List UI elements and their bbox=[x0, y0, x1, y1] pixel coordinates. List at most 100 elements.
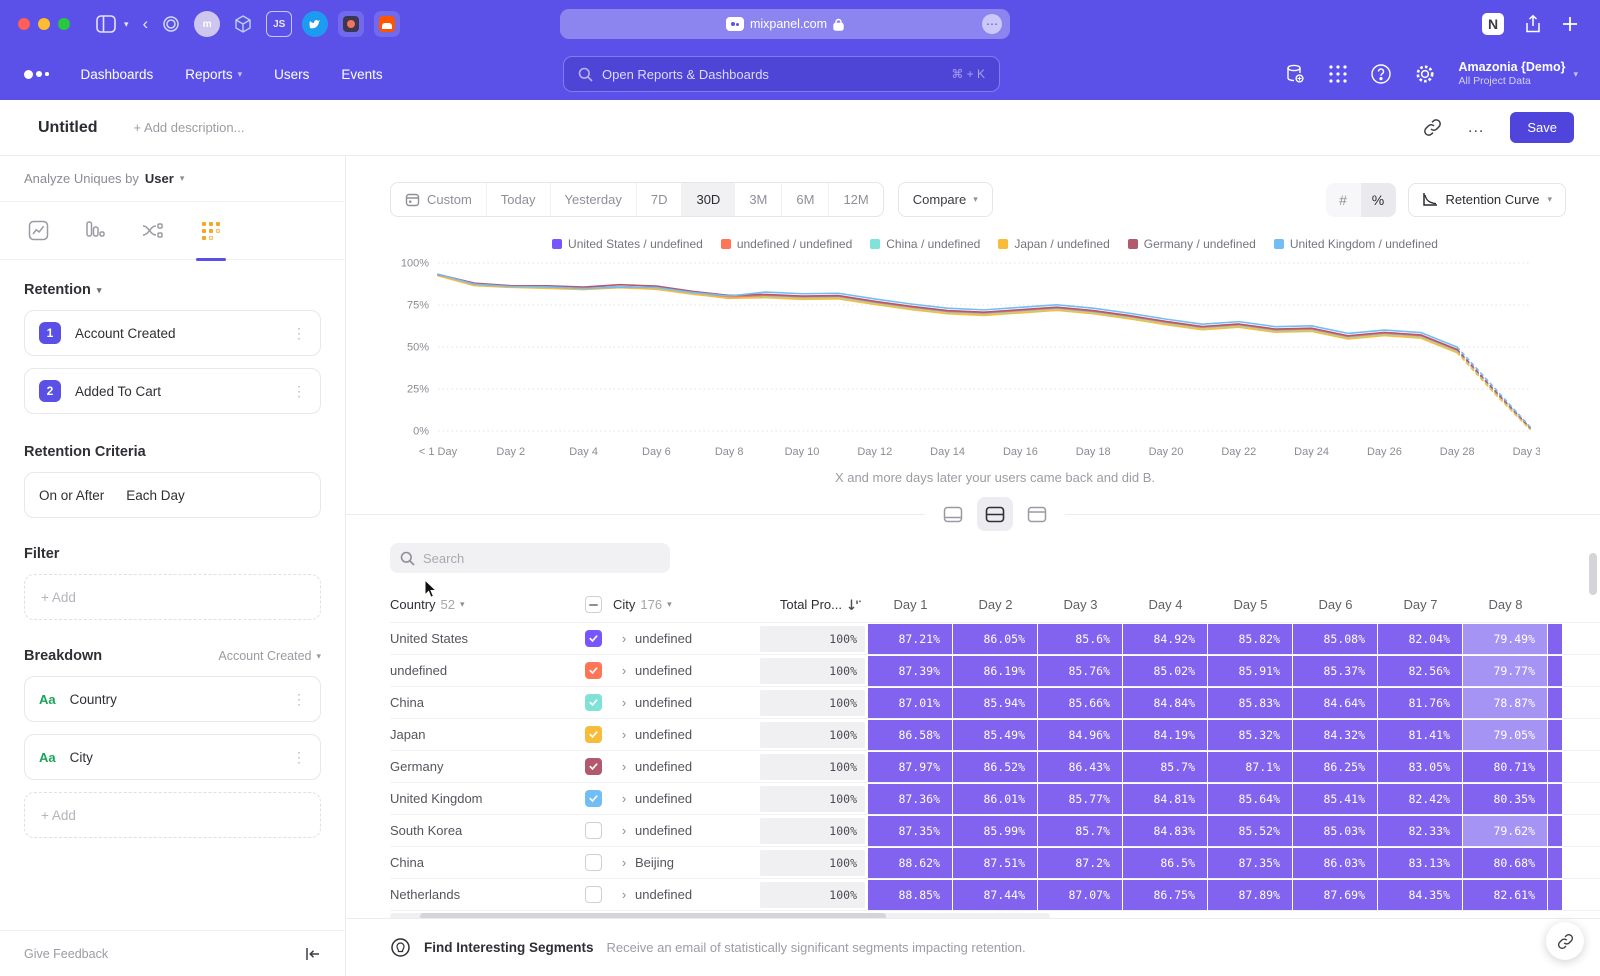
layout-split-button[interactable] bbox=[977, 497, 1013, 531]
row-expand-chevron-icon[interactable]: › bbox=[613, 727, 635, 742]
retention-value-cell[interactable]: 86.03% bbox=[1293, 848, 1377, 878]
column-header-day-2[interactable]: Day 2 bbox=[953, 597, 1038, 612]
url-more-icon[interactable]: ⋯ bbox=[982, 14, 1002, 34]
retention-value-cell[interactable]: 88.85% bbox=[868, 880, 952, 910]
vertical-scrollbar-thumb[interactable] bbox=[1589, 553, 1597, 595]
kebab-menu-icon[interactable]: ⋮ bbox=[292, 691, 306, 708]
retention-value-cell[interactable]: 85.77% bbox=[1038, 784, 1122, 814]
retention-value-cell[interactable]: 80.68% bbox=[1463, 848, 1547, 878]
retention-value-cell[interactable]: 78.87% bbox=[1463, 688, 1547, 718]
table-row[interactable]: China›Beijing100%88.62%87.51%87.2%86.5%8… bbox=[390, 847, 1600, 879]
select-all-checkbox[interactable] bbox=[585, 596, 602, 613]
chevron-down-icon[interactable]: ▾ bbox=[124, 19, 129, 30]
criteria-on-or-after[interactable]: On or After bbox=[39, 488, 104, 503]
column-header-day-6[interactable]: Day 6 bbox=[1293, 597, 1378, 612]
retention-value-cell[interactable]: 87.2% bbox=[1038, 848, 1122, 878]
retention-step-card[interactable]: 2Added To Cart⋮ bbox=[24, 368, 321, 414]
retention-value-cell[interactable]: 81.76% bbox=[1378, 688, 1462, 718]
range-6m[interactable]: 6M bbox=[781, 183, 828, 216]
retention-value-cell[interactable]: 84.19% bbox=[1123, 720, 1207, 750]
row-expand-chevron-icon[interactable]: › bbox=[613, 631, 635, 646]
collapse-sidebar-icon[interactable] bbox=[305, 947, 321, 961]
row-checkbox[interactable] bbox=[585, 694, 613, 711]
retention-value-cell[interactable]: 85.49% bbox=[953, 720, 1037, 750]
criteria-each-day[interactable]: Each Day bbox=[126, 488, 185, 503]
row-checkbox[interactable] bbox=[585, 854, 613, 871]
legend-item[interactable]: Germany / undefined bbox=[1128, 237, 1256, 251]
retention-value-cell[interactable]: 86.25% bbox=[1293, 752, 1377, 782]
share-icon[interactable] bbox=[1524, 14, 1542, 34]
kebab-menu-icon[interactable]: ⋮ bbox=[292, 325, 306, 342]
retention-value-cell[interactable]: 87.21% bbox=[868, 624, 952, 654]
retention-value-cell[interactable]: 84.84% bbox=[1123, 688, 1207, 718]
range-3m[interactable]: 3M bbox=[734, 183, 781, 216]
copy-link-icon[interactable] bbox=[1423, 118, 1442, 137]
retention-value-cell[interactable]: 79.77% bbox=[1463, 656, 1547, 686]
save-button[interactable]: Save bbox=[1510, 112, 1574, 143]
retention-value-cell[interactable]: 85.6% bbox=[1038, 624, 1122, 654]
retention-value-cell[interactable]: 79.62% bbox=[1463, 816, 1547, 846]
retention-value-cell[interactable]: 84.81% bbox=[1123, 784, 1207, 814]
retention-value-cell[interactable]: 85.03% bbox=[1293, 816, 1377, 846]
retention-value-cell[interactable]: 87.01% bbox=[868, 688, 952, 718]
retention-value-cell[interactable]: 87.35% bbox=[868, 816, 952, 846]
settings-gear-icon[interactable] bbox=[1414, 63, 1436, 85]
url-bar[interactable]: mixpanel.com ⋯ bbox=[560, 9, 1010, 39]
sidebar-toggle-icon[interactable] bbox=[96, 15, 116, 33]
retention-value-cell[interactable]: 84.92% bbox=[1123, 624, 1207, 654]
mixpanel-logo[interactable] bbox=[24, 70, 49, 79]
retention-value-cell[interactable]: 85.91% bbox=[1208, 656, 1292, 686]
segments-title[interactable]: Find Interesting Segments bbox=[424, 940, 594, 955]
retention-value-cell[interactable]: 86.75% bbox=[1123, 880, 1207, 910]
column-header-day-7[interactable]: Day 7 bbox=[1378, 597, 1463, 612]
retention-value-cell[interactable]: 87.35% bbox=[1208, 848, 1292, 878]
column-header-day-8[interactable]: Day 8 bbox=[1463, 597, 1548, 612]
browser-extension-icon[interactable]: m bbox=[194, 11, 220, 37]
row-checkbox[interactable] bbox=[585, 726, 613, 743]
global-search-input[interactable]: Open Reports & Dashboards ⌘ + K bbox=[563, 56, 1000, 92]
range-yesterday[interactable]: Yesterday bbox=[550, 183, 636, 216]
retention-value-cell[interactable]: 87.89% bbox=[1208, 880, 1292, 910]
retention-value-cell[interactable]: 85.99% bbox=[953, 816, 1037, 846]
retention-value-cell[interactable]: 85.66% bbox=[1038, 688, 1122, 718]
retention-value-cell[interactable]: 80.71% bbox=[1463, 752, 1547, 782]
row-expand-chevron-icon[interactable]: › bbox=[613, 791, 635, 806]
retention-value-cell[interactable]: 82.56% bbox=[1378, 656, 1462, 686]
compare-button[interactable]: Compare▾ bbox=[898, 182, 993, 217]
project-switcher[interactable]: Amazonia {Demo} All Project Data ▾ bbox=[1458, 60, 1578, 89]
retention-value-cell[interactable]: 82.42% bbox=[1378, 784, 1462, 814]
retention-value-cell[interactable]: 87.44% bbox=[953, 880, 1037, 910]
column-header-day-5[interactable]: Day 5 bbox=[1208, 597, 1293, 612]
retention-value-cell[interactable]: 84.64% bbox=[1293, 688, 1377, 718]
retention-value-cell[interactable]: 85.7% bbox=[1123, 752, 1207, 782]
retention-value-cell[interactable]: 81.41% bbox=[1378, 720, 1462, 750]
retention-step-card[interactable]: 1Account Created⋮ bbox=[24, 310, 321, 356]
row-checkbox[interactable] bbox=[585, 662, 613, 679]
retention-value-cell[interactable]: 87.69% bbox=[1293, 880, 1377, 910]
tab-flows[interactable] bbox=[141, 202, 164, 260]
column-header-day-1[interactable]: Day 1 bbox=[868, 597, 953, 612]
analyze-uniques-value[interactable]: User bbox=[145, 171, 174, 186]
range-today[interactable]: Today bbox=[486, 183, 550, 216]
help-icon[interactable] bbox=[1370, 63, 1392, 85]
retention-value-cell[interactable]: 79.05% bbox=[1463, 720, 1547, 750]
breakdown-add-button[interactable]: + Add bbox=[24, 792, 321, 838]
close-window-button[interactable] bbox=[18, 18, 30, 30]
row-checkbox[interactable] bbox=[585, 790, 613, 807]
legend-item[interactable]: Japan / undefined bbox=[998, 237, 1109, 251]
retention-value-cell[interactable]: 83.13% bbox=[1378, 848, 1462, 878]
retention-value-cell[interactable]: 82.61% bbox=[1463, 880, 1547, 910]
share-link-fab[interactable] bbox=[1546, 922, 1584, 960]
retention-value-cell[interactable]: 86.19% bbox=[953, 656, 1037, 686]
retention-value-cell[interactable]: 85.64% bbox=[1208, 784, 1292, 814]
retention-value-cell[interactable]: 87.07% bbox=[1038, 880, 1122, 910]
row-checkbox[interactable] bbox=[585, 630, 613, 647]
retention-value-cell[interactable]: 86.58% bbox=[868, 720, 952, 750]
range-12m[interactable]: 12M bbox=[828, 183, 882, 216]
retention-value-cell[interactable]: 85.76% bbox=[1038, 656, 1122, 686]
kebab-menu-icon[interactable]: ⋮ bbox=[292, 383, 306, 400]
filter-add-button[interactable]: + Add bbox=[24, 574, 321, 620]
breakdown-property-card[interactable]: AaCity⋮ bbox=[24, 734, 321, 780]
kebab-menu-icon[interactable]: ⋮ bbox=[292, 749, 306, 766]
legend-item[interactable]: undefined / undefined bbox=[721, 237, 852, 251]
